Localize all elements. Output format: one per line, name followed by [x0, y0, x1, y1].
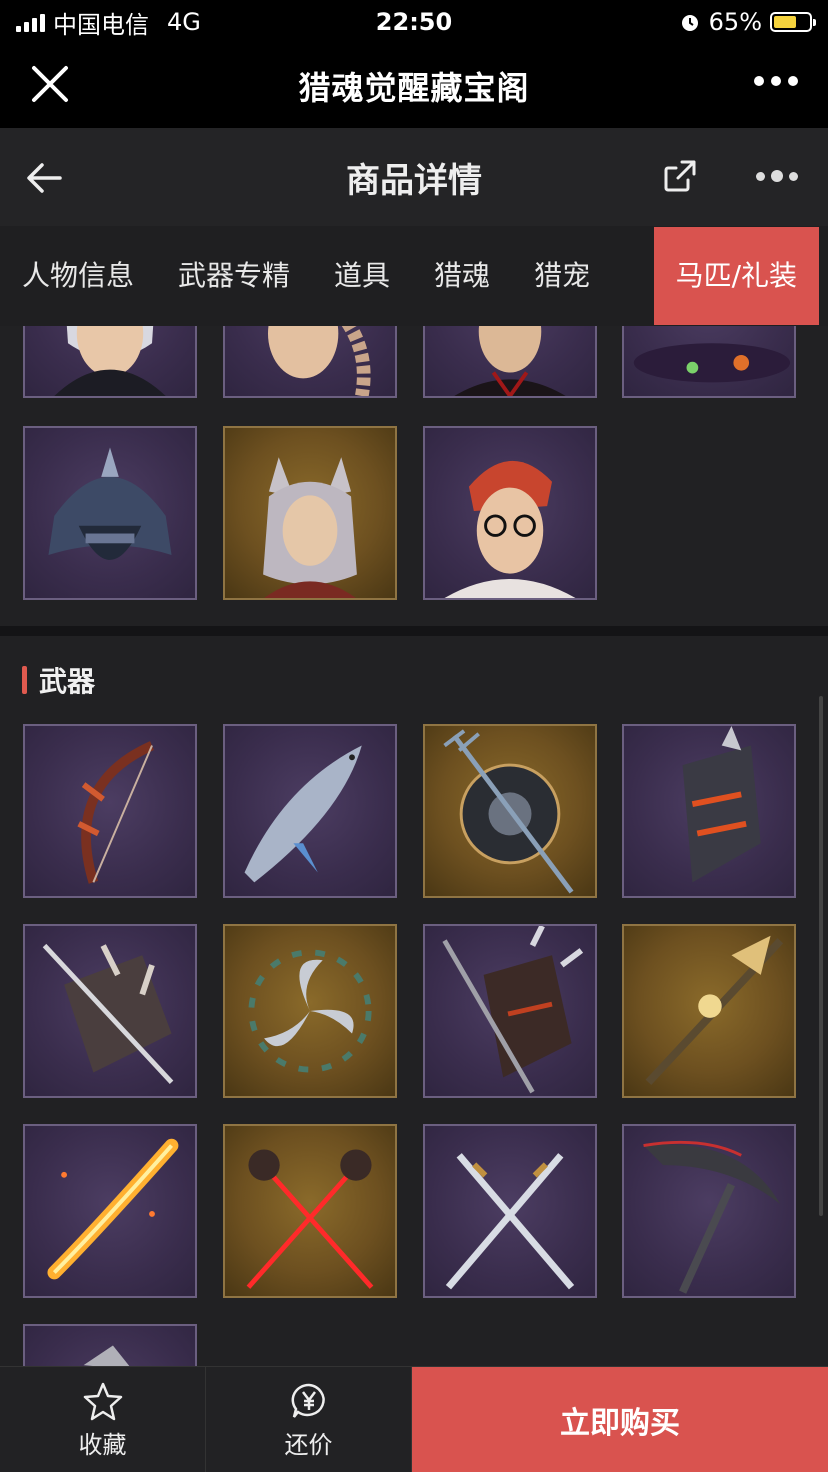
weapon-tile[interactable] — [423, 724, 597, 898]
weapons-section-title: 武器 — [39, 665, 96, 698]
back-arrow-icon[interactable] — [22, 156, 66, 200]
weapon-tile[interactable] — [423, 924, 597, 1098]
tab-hunting-souls[interactable]: 猎魂 — [412, 226, 512, 326]
crossed-red-blades-icon — [246, 1149, 374, 1289]
buy-now-button[interactable]: 立即购买 — [412, 1367, 828, 1472]
spear-shield-icon — [442, 926, 584, 1094]
battery-icon — [770, 12, 816, 32]
outfit-tile[interactable] — [423, 426, 597, 600]
samurai-helmet-icon — [48, 447, 172, 560]
weapon-tile[interactable] — [622, 924, 796, 1098]
battery-percent: 65% — [708, 8, 762, 36]
golden-spear-icon — [645, 935, 784, 1085]
outfit-tile[interactable] — [223, 426, 397, 600]
share-icon[interactable] — [660, 156, 700, 196]
weapon-tile[interactable] — [223, 1124, 397, 1298]
weapon-tile[interactable] — [223, 924, 397, 1098]
item-detail-content: 武器 — [0, 326, 828, 1366]
carrier-label: 中国电信 — [53, 10, 149, 39]
weapon-tile[interactable] — [23, 1324, 197, 1366]
tab-mounts-outfits[interactable]: 马匹/礼装 — [653, 227, 819, 325]
tab-pets[interactable]: 猎宠 — [512, 226, 612, 326]
more-icon[interactable] — [754, 76, 798, 86]
tab-bar: 人物信息 武器专精 道具 猎魂 猎宠 马匹/礼装 — [0, 226, 828, 326]
weapon-tile[interactable] — [23, 724, 197, 898]
weapon-tile[interactable] — [423, 1124, 597, 1298]
outfit-tile[interactable] — [223, 326, 397, 398]
app-bar: 猎魂觉醒藏宝阁 — [0, 44, 828, 128]
outfit-tile[interactable] — [23, 326, 197, 398]
page-more-icon[interactable] — [756, 170, 798, 182]
tab-character-info[interactable]: 人物信息 — [0, 226, 156, 326]
close-icon[interactable] — [30, 64, 70, 104]
status-bar: 中国电信 4G 22:50 65% — [0, 0, 828, 44]
bargain-label: 还价 — [284, 1430, 333, 1459]
gauntlet-icon — [682, 726, 761, 883]
crossed-katanas-icon — [445, 1153, 575, 1290]
outfit-tile[interactable] — [423, 326, 597, 398]
signal-icon — [16, 12, 45, 32]
spinning-blade-icon — [248, 949, 372, 1073]
scrollbar[interactable] — [819, 696, 823, 1216]
character-white-hair-icon — [54, 326, 166, 396]
favorite-button[interactable]: 收藏 — [0, 1367, 206, 1472]
page-title: 商品详情 — [346, 160, 482, 201]
outfit-tile[interactable] — [23, 426, 197, 600]
favorite-label: 收藏 — [78, 1430, 127, 1459]
network-label: 4G — [167, 8, 201, 36]
bargain-button[interactable]: 还价 — [206, 1367, 412, 1472]
yen-bubble-icon — [291, 1383, 325, 1418]
star-icon — [83, 1382, 122, 1420]
page-nav-bar: 商品详情 — [0, 128, 828, 226]
character-dark-hair-icon — [454, 326, 566, 396]
red-hair-glasses-character-icon — [444, 460, 576, 598]
fish-weapon-icon — [244, 745, 362, 883]
trident-shield-icon — [443, 729, 574, 894]
weapon-tile[interactable] — [622, 1124, 796, 1298]
partial-weapon-icon — [83, 1345, 130, 1366]
weapon-tile[interactable] — [223, 724, 397, 898]
outfit-tile[interactable] — [622, 326, 796, 398]
scythe-icon — [643, 1140, 781, 1294]
bow-icon — [77, 741, 154, 884]
tab-weapon-mastery[interactable]: 武器专精 — [156, 226, 312, 326]
tab-items[interactable]: 道具 — [312, 226, 412, 326]
spiked-gauntlet-icon — [42, 943, 174, 1084]
fire-sword-icon — [47, 1138, 179, 1280]
weapon-tile[interactable] — [23, 1124, 197, 1298]
alarm-icon — [681, 15, 698, 31]
app-title: 猎魂觉醒藏宝阁 — [298, 69, 530, 107]
bottom-action-bar: 收藏 还价 立即购买 — [0, 1366, 828, 1472]
character-braided-hair-icon — [267, 326, 371, 396]
weapon-tile[interactable] — [23, 924, 197, 1098]
weapons-section-header: 武器 — [22, 660, 95, 700]
fox-ears-character-icon — [263, 457, 357, 598]
weapon-tile[interactable] — [622, 724, 796, 898]
witch-hat-icon — [633, 343, 791, 383]
